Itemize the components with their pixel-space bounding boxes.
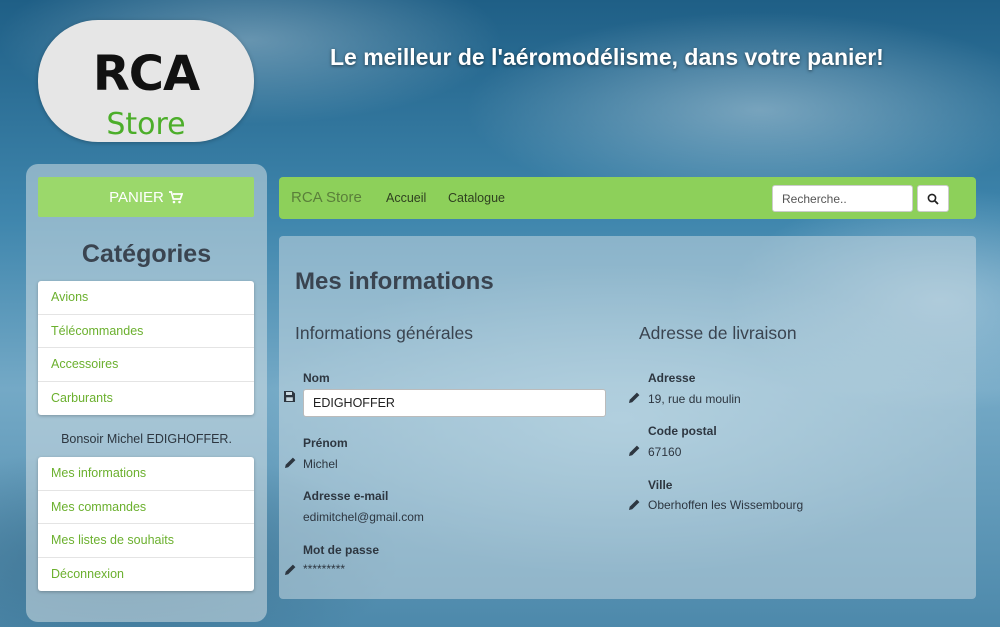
category-item-avions[interactable]: Avions	[38, 281, 254, 315]
search-icon	[927, 193, 939, 205]
pencil-icon[interactable]	[629, 392, 640, 403]
top-navbar: RCA Store Accueil Catalogue	[279, 177, 976, 219]
password-value: *********	[303, 562, 346, 576]
postal-code-value: 67160	[648, 445, 682, 459]
logo-rca-text: RCA	[92, 46, 200, 102]
categories-title: Catégories	[81, 240, 212, 268]
password-label: Mot de passe	[303, 543, 380, 557]
pencil-icon[interactable]	[285, 457, 296, 468]
address-value: 19, rue du moulin	[648, 392, 741, 406]
cart-button-label: PANIER	[109, 188, 164, 206]
category-item-telecommandes[interactable]: Télécommandes	[38, 315, 254, 348]
prenom-label: Prénom	[303, 436, 348, 450]
pencil-icon[interactable]	[629, 445, 640, 456]
sidebar: PANIER Catégories Avions Télécommandes A…	[26, 164, 267, 622]
nom-label: Nom	[303, 371, 330, 385]
delivery-address-title: Adresse de livraison	[639, 323, 797, 343]
account-menu: Mes informations Mes commandes Mes liste…	[38, 457, 254, 591]
user-greeting: Bonsoir Michel EDIGHOFFER.	[61, 432, 232, 446]
nav-link-catalogue[interactable]: Catalogue	[448, 191, 505, 205]
cart-button[interactable]: PANIER	[38, 177, 254, 217]
page-title: Mes informations	[295, 268, 494, 295]
search-input[interactable]	[772, 185, 913, 212]
city-label: Ville	[648, 478, 673, 492]
general-info-title: Informations générales	[295, 323, 474, 343]
account-item-deconnexion[interactable]: Déconnexion	[38, 558, 254, 592]
account-item-mes-commandes[interactable]: Mes commandes	[38, 491, 254, 524]
nav-link-accueil[interactable]: Accueil	[386, 191, 426, 205]
save-icon[interactable]	[284, 391, 295, 402]
account-item-mes-informations[interactable]: Mes informations	[38, 457, 254, 491]
postal-code-label: Code postal	[648, 424, 717, 438]
nom-input[interactable]	[303, 389, 606, 417]
category-item-accessoires[interactable]: Accessoires	[38, 348, 254, 382]
address-label: Adresse	[648, 371, 696, 385]
category-list: Avions Télécommandes Accessoires Carbura…	[38, 281, 254, 415]
search-button[interactable]	[917, 185, 949, 212]
email-value: edimitchel@gmail.com	[303, 510, 424, 524]
pencil-icon[interactable]	[285, 564, 296, 575]
prenom-value: Michel	[303, 457, 338, 471]
cart-icon	[168, 190, 183, 203]
site-tagline: Le meilleur de l'aéromodélisme, dans vot…	[330, 44, 884, 70]
account-info-panel: Mes informations Informations générales …	[279, 236, 976, 599]
city-value: Oberhoffen les Wissembourg	[648, 498, 804, 512]
category-item-carburants[interactable]: Carburants	[38, 382, 254, 416]
logo[interactable]: RCA Store	[38, 20, 254, 142]
navbar-brand[interactable]: RCA Store	[291, 189, 362, 206]
email-label: Adresse e-mail	[303, 489, 389, 503]
logo-store-text: Store	[106, 107, 186, 142]
account-item-listes-souhaits[interactable]: Mes listes de souhaits	[38, 524, 254, 558]
pencil-icon[interactable]	[629, 499, 640, 510]
